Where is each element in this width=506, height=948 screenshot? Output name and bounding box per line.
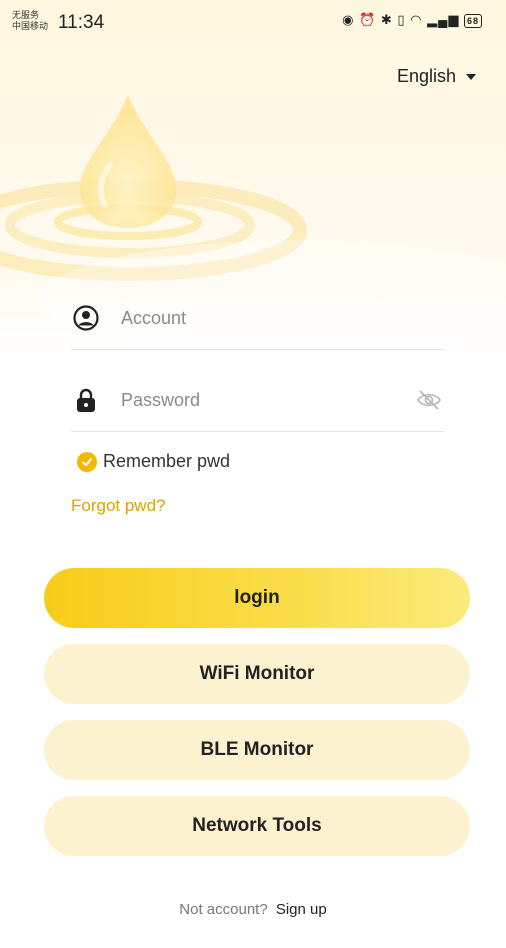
remember-password-checkbox[interactable]: Remember pwd — [77, 451, 230, 472]
account-input[interactable] — [121, 305, 401, 331]
eye-status-icon: ◉ — [342, 12, 355, 27]
checkmark-icon — [77, 451, 97, 472]
user-icon — [73, 305, 99, 331]
carrier-info: 无服务 中国移动 — [12, 10, 48, 32]
password-input[interactable] — [121, 387, 401, 413]
ble-monitor-button[interactable]: BLE Monitor — [44, 720, 470, 780]
network-tools-button[interactable]: Network Tools — [44, 796, 470, 856]
status-icons: ◉ ⏰ ✱ ▯ ◠ ▂▄▆ 68 — [342, 12, 482, 28]
status-bar: 无服务 中国移动 11:34 ◉ ⏰ ✱ ▯ ◠ ▂▄▆ 68 — [0, 0, 506, 44]
signup-prompt-text: Not account? — [179, 901, 268, 918]
remember-password-label: Remember pwd — [103, 451, 231, 471]
bluetooth-icon: ✱ — [380, 12, 393, 27]
signal-icon: ▂▄▆ — [427, 12, 460, 27]
alarm-icon: ⏰ — [359, 12, 377, 27]
eye-off-icon[interactable] — [416, 389, 442, 411]
vibrate-icon: ▯ — [397, 12, 406, 27]
login-button[interactable]: login — [44, 568, 470, 628]
language-label: English — [396, 66, 456, 86]
language-selector[interactable]: English — [397, 66, 476, 87]
signup-prompt: Not account? Sign up — [0, 901, 506, 918]
account-field[interactable] — [71, 305, 444, 350]
password-field[interactable] — [71, 387, 444, 432]
wifi-icon: ◠ — [410, 12, 423, 27]
carrier-status: 无服务 — [12, 10, 40, 20]
signup-link[interactable]: Sign up — [276, 901, 327, 918]
forgot-password-link[interactable]: Forgot pwd? — [71, 496, 166, 516]
caret-down-icon — [466, 73, 476, 80]
lock-icon — [77, 388, 95, 412]
battery-icon: 68 — [463, 13, 482, 28]
status-time: 11:34 — [58, 12, 105, 33]
carrier-name: 中国移动 — [12, 21, 49, 31]
wifi-monitor-button[interactable]: WiFi Monitor — [44, 644, 470, 704]
